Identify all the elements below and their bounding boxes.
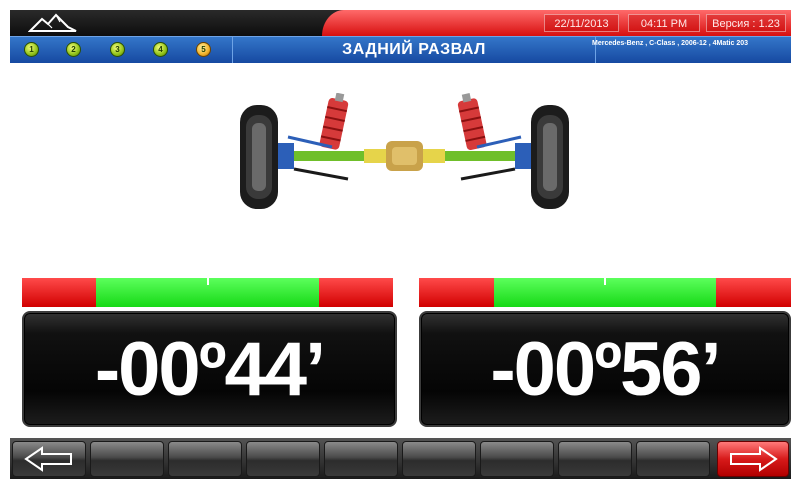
- title-box: ЗАДНИЙ РАЗВАЛ: [232, 37, 596, 63]
- back-button[interactable]: [12, 441, 86, 477]
- left-camber-value: -00º44’: [94, 327, 326, 412]
- toolbar-button-3[interactable]: [246, 441, 320, 477]
- left-gauge-bar: [22, 278, 393, 307]
- right-gauge-bar: [419, 278, 791, 307]
- status-bar: 22/11/2013 04:11 PM Версия : 1.23: [10, 10, 791, 36]
- step-indicator-4[interactable]: 4: [153, 42, 168, 57]
- time-display: 04:11 PM: [628, 14, 700, 32]
- date-display: 22/11/2013: [544, 14, 619, 32]
- rear-axle-illustration-icon: [240, 93, 569, 209]
- toolbar-button-5[interactable]: [402, 441, 476, 477]
- page-title: ЗАДНИЙ РАЗВАЛ: [342, 41, 486, 58]
- right-camber-readout: -00º56’: [419, 311, 791, 427]
- toolbar-button-6[interactable]: [480, 441, 554, 477]
- step-indicator-1[interactable]: 1: [24, 42, 39, 57]
- forward-button[interactable]: [717, 441, 789, 477]
- toolbar-button-2[interactable]: [168, 441, 242, 477]
- step-indicator-5[interactable]: 5: [196, 42, 211, 57]
- arrow-left-icon: [24, 446, 72, 472]
- right-gauge-red-low: [419, 278, 494, 307]
- vehicle-info: Mercedes-Benz , C-Class , 2006-12 , 4Mat…: [592, 40, 749, 47]
- left-camber-readout: -00º44’: [22, 311, 397, 427]
- step-indicator-3[interactable]: 3: [110, 42, 125, 57]
- right-camber-value: -00º56’: [490, 327, 721, 412]
- bottom-toolbar: [10, 438, 791, 479]
- left-gauge-indicator: [207, 278, 209, 285]
- step-indicator-2[interactable]: 2: [66, 42, 81, 57]
- right-gauge-indicator: [604, 278, 606, 285]
- mountain-logo-icon: [28, 13, 77, 32]
- right-gauge-red-high: [716, 278, 791, 307]
- toolbar-button-4[interactable]: [324, 441, 398, 477]
- status-red-panel: 22/11/2013 04:11 PM Версия : 1.23: [322, 10, 791, 36]
- main-content: -00º44’ -00º56’: [10, 63, 791, 438]
- toolbar-button-1[interactable]: [90, 441, 164, 477]
- arrow-right-icon: [730, 446, 778, 472]
- version-display: Версия : 1.23: [706, 14, 786, 32]
- toolbar-button-8[interactable]: [636, 441, 710, 477]
- title-bar: 1 2 3 4 5 ЗАДНИЙ РАЗВАЛ Mercedes-Benz , …: [10, 36, 791, 63]
- left-gauge-red-low: [22, 278, 96, 307]
- left-gauge-red-high: [319, 278, 393, 307]
- toolbar-button-7[interactable]: [558, 441, 632, 477]
